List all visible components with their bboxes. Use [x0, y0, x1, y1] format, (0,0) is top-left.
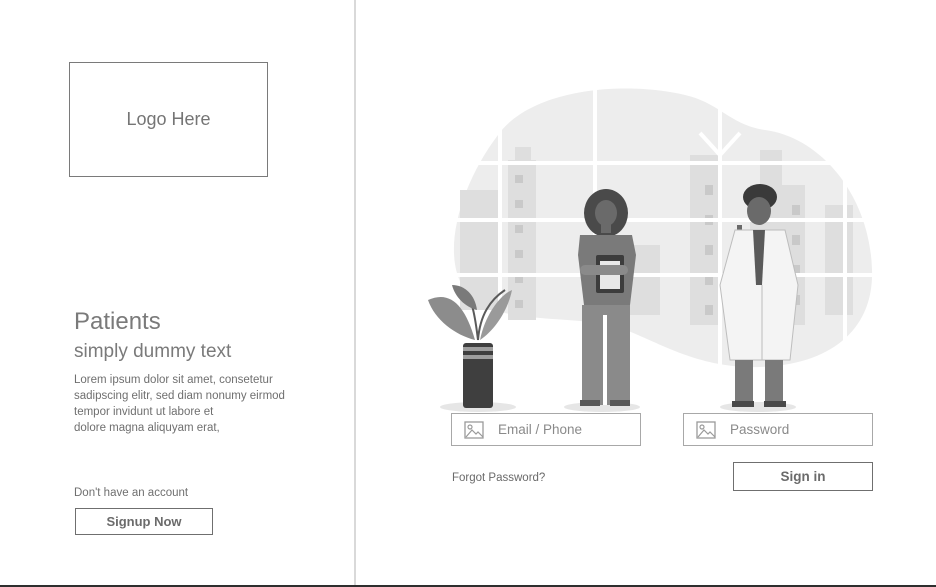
- password-field[interactable]: [683, 413, 873, 446]
- password-input[interactable]: [730, 422, 860, 437]
- left-panel: Logo Here Patients simply dummy text Lor…: [0, 0, 354, 587]
- doctors-illustration: [428, 85, 880, 412]
- panel-divider: [354, 0, 356, 587]
- email-input[interactable]: [498, 422, 628, 437]
- description-line: dolore magna aliquyam erat,: [74, 422, 220, 434]
- description: Lorem ipsum dolor sit amet, consetetur s…: [74, 372, 314, 436]
- description-line: Lorem ipsum dolor sit amet, consetetur: [74, 374, 273, 386]
- description-line: tempor invidunt ut labore et: [74, 406, 214, 418]
- no-account-text: Don't have an account: [74, 487, 189, 499]
- image-placeholder-icon: [464, 420, 484, 439]
- page-title: Patients: [74, 308, 161, 335]
- sign-in-button[interactable]: Sign in: [733, 462, 873, 491]
- email-field[interactable]: [451, 413, 641, 446]
- logo-placeholder: Logo Here: [69, 62, 268, 177]
- forgot-password-link[interactable]: Forgot Password?: [452, 472, 545, 484]
- image-placeholder-icon: [696, 420, 716, 439]
- plant: [428, 285, 512, 408]
- description-line: sadipscing elitr, sed diam nonumy eirmod: [74, 390, 285, 402]
- logo-placeholder-text: Logo Here: [126, 109, 211, 129]
- page-subtitle: simply dummy text: [74, 341, 232, 362]
- signup-button[interactable]: Signup Now: [75, 508, 213, 535]
